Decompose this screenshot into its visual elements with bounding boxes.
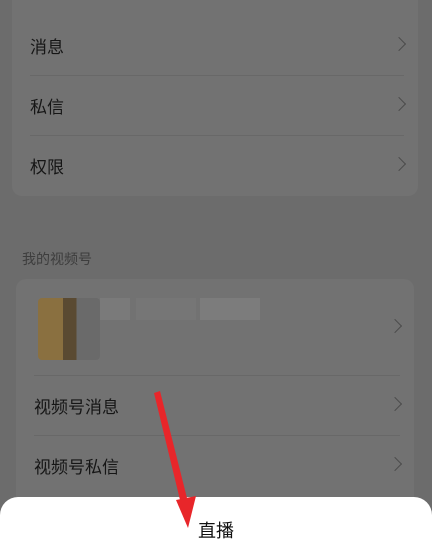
annotation-arrow-icon [154, 391, 196, 528]
